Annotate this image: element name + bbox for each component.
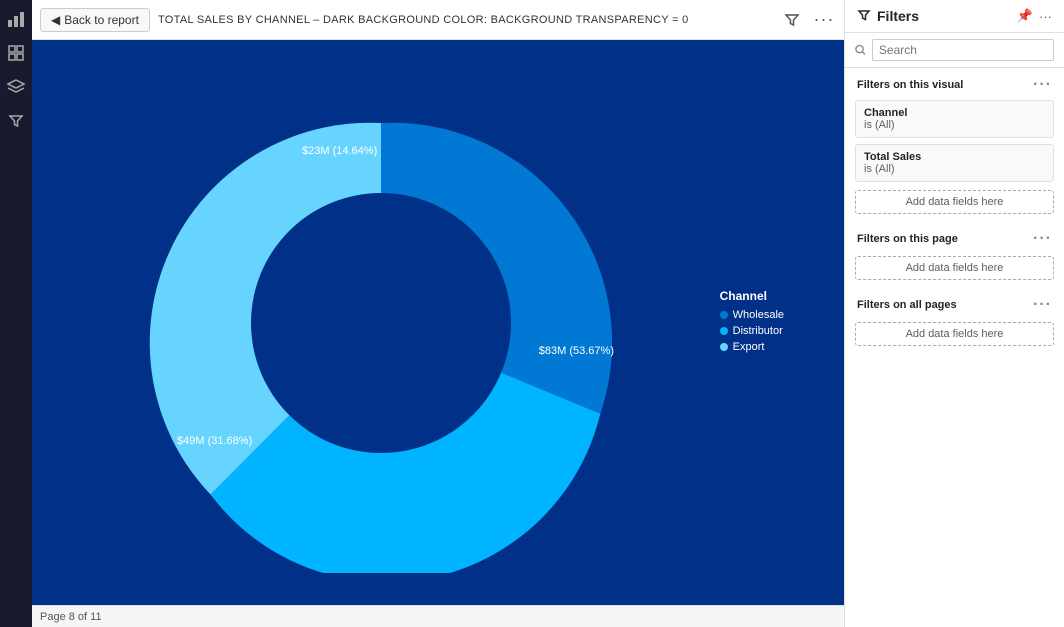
sidebar-icon-grid[interactable] [5, 42, 27, 64]
filters-panel: Filters 📌 ··· Filters on this visual ···… [844, 0, 1064, 627]
filters-panel-title: Filters [877, 8, 1011, 24]
toolbar: ◀ Back to report TOTAL SALES BY CHANNEL … [32, 0, 844, 40]
filters-on-page-header: Filters on this page ··· [845, 222, 1064, 252]
filters-on-all-more[interactable]: ··· [1033, 296, 1052, 314]
filter-toolbar-icon[interactable] [780, 8, 804, 32]
donut-chart [111, 73, 651, 573]
sidebar-icon-filter[interactable] [5, 110, 27, 132]
legend-title: Channel [720, 289, 784, 303]
status-bar: Page 8 of 11 [32, 605, 844, 627]
filter-card-total-sales[interactable]: Total Sales is (All) [855, 144, 1054, 182]
filters-more-icon[interactable]: ··· [1039, 9, 1052, 24]
filters-on-page-label: Filters on this page [857, 233, 958, 245]
export-label: $23M (14.64%) [302, 145, 377, 157]
add-data-page-button[interactable]: Add data fields here [855, 256, 1054, 280]
filters-on-visual-header: Filters on this visual ··· [845, 68, 1064, 98]
filters-on-visual-more[interactable]: ··· [1033, 76, 1052, 94]
legend-item-export: Export [720, 341, 784, 353]
search-input[interactable] [872, 39, 1054, 61]
sidebar-icon-chart[interactable] [5, 8, 27, 30]
search-icon [855, 44, 866, 56]
legend-wholesale-label: Wholesale [733, 309, 784, 321]
filter-total-sales-name: Total Sales [864, 151, 1045, 163]
filter-channel-value: is (All) [864, 119, 1045, 131]
sidebar-icon-layers[interactable] [5, 76, 27, 98]
distributor-label: $49M (31.68%) [177, 435, 252, 447]
legend-item-distributor: Distributor [720, 325, 784, 337]
add-data-all-button[interactable]: Add data fields here [855, 322, 1054, 346]
back-arrow-icon: ◀ [51, 13, 60, 27]
legend-distributor-label: Distributor [733, 325, 783, 337]
filters-on-page-more[interactable]: ··· [1033, 230, 1052, 248]
distributor-dot [720, 327, 728, 335]
wholesale-dot [720, 311, 728, 319]
filters-header: Filters 📌 ··· [845, 0, 1064, 33]
filters-search-area [845, 33, 1064, 68]
left-sidebar [0, 0, 32, 627]
legend-item-wholesale: Wholesale [720, 309, 784, 321]
chart-title-label: TOTAL SALES BY CHANNEL – DARK BACKGROUND… [158, 14, 689, 26]
back-to-report-button[interactable]: ◀ Back to report [40, 8, 150, 32]
filters-pin-icon[interactable]: 📌 [1017, 8, 1033, 24]
main-area: ◀ Back to report TOTAL SALES BY CHANNEL … [32, 0, 844, 627]
filters-on-all-header: Filters on all pages ··· [845, 288, 1064, 318]
legend-export-label: Export [733, 341, 765, 353]
chart-legend: Channel Wholesale Distributor Export [720, 289, 784, 357]
add-data-visual-button[interactable]: Add data fields here [855, 190, 1054, 214]
filters-on-visual-label: Filters on this visual [857, 79, 963, 91]
page-info: Page 8 of 11 [40, 611, 102, 623]
filter-channel-name: Channel [864, 107, 1045, 119]
filters-on-all-label: Filters on all pages [857, 299, 957, 311]
back-button-label: Back to report [64, 13, 139, 27]
filter-card-channel[interactable]: Channel is (All) [855, 100, 1054, 138]
export-dot [720, 343, 728, 351]
chart-container: $23M (14.64%) $83M (53.67%) $49M (31.68%… [32, 40, 844, 605]
filters-header-icon [857, 9, 871, 23]
filter-total-sales-value: is (All) [864, 163, 1045, 175]
wholesale-label: $83M (53.67%) [539, 345, 614, 357]
more-options-icon[interactable]: ··· [812, 8, 836, 32]
